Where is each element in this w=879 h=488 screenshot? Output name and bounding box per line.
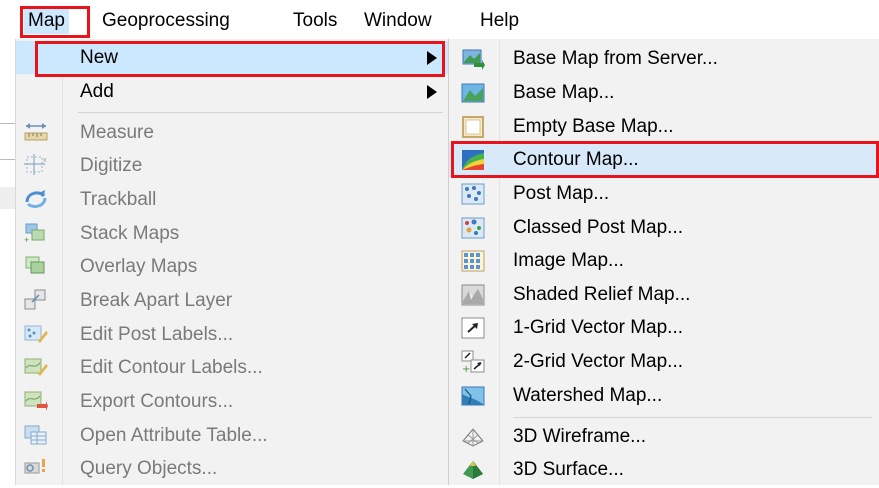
menu-item-label: Export Contours... [80,391,234,412]
base-map-server-icon [461,47,485,71]
break-apart-icon [24,289,48,311]
query-objects-icon [24,457,48,479]
menu-window[interactable]: Window [360,8,436,34]
image-map-icon [461,249,485,273]
menu-item-label: Digitize [80,155,143,176]
menu-item-label: Edit Post Labels... [80,324,234,345]
menu-item-new[interactable]: New [16,41,449,74]
submenu-item-label: Contour Map... [513,149,639,170]
edit-post-labels-icon [24,323,48,345]
menu-item-label: New [80,47,119,68]
submenu-item-3d-wireframe[interactable]: 3D Wireframe... [449,420,879,454]
menu-item-label: Trackball [80,189,157,210]
svg-text:x: x [43,157,47,164]
submenu-arrow-icon [427,51,437,65]
submenu-item-shaded-relief-map[interactable]: Shaded Relief Map... [449,278,879,312]
post-map-icon [461,182,485,206]
submenu-item-1-grid-vector-map[interactable]: 1-Grid Vector Map... [449,311,879,345]
menu-item-trackball[interactable]: Trackball [16,183,449,216]
menu-item-open-attribute-table[interactable]: Open Attribute Table... [16,419,449,452]
ruler-icon [24,121,48,143]
submenu-item-base-map-from-server[interactable]: Base Map from Server... [449,42,879,76]
menu-item-edit-post-labels[interactable]: Edit Post Labels... [16,318,449,351]
background-document [0,39,15,485]
submenu-item-post-map[interactable]: Post Map... [449,177,879,211]
submenu-item-label: Base Map from Server... [513,48,718,69]
wireframe-3d-icon [461,425,485,449]
menu-item-add[interactable]: Add [16,75,449,108]
menu-item-measure[interactable]: Measure [16,116,449,149]
menu-item-label: Measure [80,122,154,143]
svg-text:+: + [462,364,470,374]
menu-help[interactable]: Help [476,8,523,34]
menu-item-label: Query Objects... [80,458,218,479]
stack-maps-icon: + [24,222,48,245]
menu-item-label: Add [80,81,114,102]
menu-geoprocessing[interactable]: Geoprocessing [98,8,234,34]
menu-item-label: Open Attribute Table... [80,425,268,446]
surface-3d-icon [461,458,485,482]
menu-item-digitize[interactable]: x Digitize [16,149,449,182]
submenu-item-label: 2-Grid Vector Map... [513,351,684,372]
empty-base-map-icon [461,115,485,139]
menu-item-export-contours[interactable]: Export Contours... [16,385,449,418]
submenu-arrow-icon [427,85,437,99]
submenu-separator [513,417,872,418]
menu-map[interactable]: Map [24,8,69,34]
new-submenu: Base Map from Server... Base Map... Empt… [448,39,879,485]
submenu-item-image-map[interactable]: Image Map... [449,244,879,278]
submenu-item-label: Watershed Map... [513,385,663,406]
submenu-item-base-map[interactable]: Base Map... [449,76,879,110]
map-dropdown-menu: New Add Measure x Digitize Trackball + S… [15,39,449,485]
classed-post-map-icon [461,216,485,240]
base-map-icon [461,81,485,105]
watershed-icon [461,384,485,408]
menu-item-stack-maps[interactable]: + Stack Maps [16,217,449,250]
contour-map-icon [461,148,485,172]
submenu-item-label: 3D Surface... [513,459,624,480]
overlay-maps-icon [24,255,48,277]
submenu-item-label: Classed Post Map... [513,217,684,238]
shaded-relief-icon [461,283,485,307]
one-grid-vector-icon [461,316,485,340]
menu-item-edit-contour-labels[interactable]: Edit Contour Labels... [16,351,449,384]
submenu-item-watershed-map[interactable]: Watershed Map... [449,379,879,413]
submenu-item-label: Image Map... [513,250,624,271]
menu-bar: Map Geoprocessing Tools Window Help [0,0,879,39]
submenu-item-label: 1-Grid Vector Map... [513,317,684,338]
menu-item-label: Overlay Maps [80,256,198,277]
export-contours-icon [24,390,48,412]
attribute-table-icon [24,424,48,446]
menu-item-overlay-maps[interactable]: Overlay Maps [16,250,449,283]
submenu-item-label: 3D Wireframe... [513,426,647,447]
submenu-item-label: Shaded Relief Map... [513,284,691,305]
submenu-item-empty-base-map[interactable]: Empty Base Map... [449,110,879,144]
submenu-item-classed-post-map[interactable]: Classed Post Map... [449,211,879,245]
submenu-item-3d-surface[interactable]: 3D Surface... [449,453,879,487]
menu-item-label: Edit Contour Labels... [80,357,263,378]
svg-text:+: + [24,235,29,244]
menu-item-query-objects[interactable]: Query Objects... [16,452,449,485]
digitize-icon: x [24,154,48,176]
menu-item-label: Stack Maps [80,223,180,244]
submenu-item-label: Base Map... [513,82,615,103]
menu-separator [78,112,443,113]
trackball-icon [24,188,48,210]
submenu-item-label: Empty Base Map... [513,116,674,137]
menu-item-label: Break Apart Layer [80,290,233,311]
edit-contour-labels-icon [24,356,48,378]
submenu-item-contour-map[interactable]: Contour Map... [449,143,879,177]
menu-item-break-apart-layer[interactable]: Break Apart Layer [16,284,449,317]
submenu-item-2-grid-vector-map[interactable]: + 2-Grid Vector Map... [449,345,879,379]
submenu-item-label: Post Map... [513,183,610,204]
two-grid-vector-icon: + [461,350,485,375]
menu-tools[interactable]: Tools [289,8,341,34]
